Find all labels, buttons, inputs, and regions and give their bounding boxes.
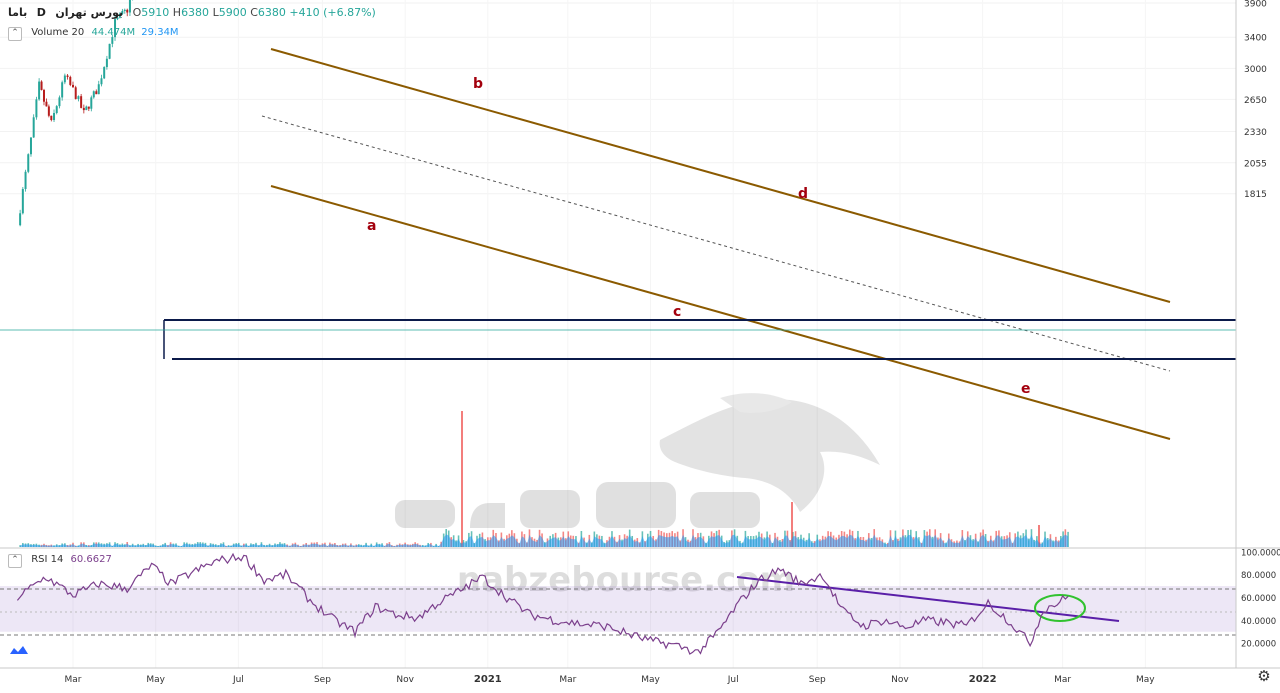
candle-body xyxy=(69,76,72,85)
price-tick-label: 2650 xyxy=(1244,96,1267,106)
candle-body xyxy=(40,81,43,90)
candle-body xyxy=(35,99,38,118)
candle-body xyxy=(63,75,66,83)
rsi-band xyxy=(0,586,1236,632)
rsi-label: RSI 14 xyxy=(31,554,64,565)
candle-body xyxy=(32,117,35,138)
time-tick-label: Mar xyxy=(559,675,576,685)
time-tick-label: May xyxy=(641,675,660,685)
candle-body xyxy=(100,78,103,85)
volume-label: Volume 20 xyxy=(31,27,85,38)
time-tick-label: Sep xyxy=(314,675,331,685)
candle-body xyxy=(105,58,108,68)
candle-body xyxy=(53,112,56,121)
candle-body xyxy=(50,115,53,121)
time-tick-label: 2021 xyxy=(474,674,502,685)
candle-body xyxy=(85,106,88,111)
candle-body xyxy=(42,89,45,102)
candle-body xyxy=(61,82,64,98)
price-tick-label: 2330 xyxy=(1244,128,1267,138)
candle-body xyxy=(38,81,41,100)
time-tick-label: Sep xyxy=(809,675,826,685)
time-tick-label: Nov xyxy=(396,675,414,685)
candle-body xyxy=(47,106,50,116)
symbol-name: باما xyxy=(8,6,28,19)
candle-body xyxy=(97,84,100,95)
time-tick-label: Mar xyxy=(1054,675,1071,685)
rsi-tick-label: 40.0000 xyxy=(1241,617,1276,627)
candle-body xyxy=(29,137,32,155)
time-tick-label: Mar xyxy=(65,675,82,685)
time-tick-label: Jul xyxy=(727,675,739,685)
candle-body xyxy=(74,87,77,99)
candle-body xyxy=(82,107,85,111)
time-tick-label: 2022 xyxy=(969,674,997,685)
collapse-chevron-icon[interactable]: ⌃ xyxy=(8,554,22,568)
collapse-chevron-icon[interactable]: ⌃ xyxy=(8,27,22,41)
price-tick-label: 3400 xyxy=(1244,34,1267,44)
price-tick-label: 3000 xyxy=(1244,65,1267,75)
time-tick-label: May xyxy=(1136,675,1155,685)
candle-body xyxy=(58,97,61,107)
symbol-legend: باما D بورس تهران O5910 H6380 L5900 C638… xyxy=(8,6,376,19)
rsi-tick-label: 20.0000 xyxy=(1241,640,1276,650)
interval: D xyxy=(36,6,46,19)
wave-label-a: a xyxy=(367,218,376,234)
candle-body xyxy=(72,84,74,88)
high-value: 6380 xyxy=(181,6,210,19)
wave-label-e: e xyxy=(1021,381,1031,397)
candle-body xyxy=(80,96,83,108)
gear-icon[interactable]: ⚙ xyxy=(1256,669,1272,685)
wave-label-b: b xyxy=(473,76,483,92)
rsi-value: 60.6627 xyxy=(70,554,112,565)
candle-body xyxy=(55,106,58,113)
candle-body xyxy=(90,97,93,109)
candle-body xyxy=(95,91,98,95)
candle-body xyxy=(87,106,90,109)
time-tick-label: Jul xyxy=(232,675,244,685)
rsi-legend[interactable]: ⌃ RSI 14 60.6627 xyxy=(8,554,112,568)
low-value: 5900 xyxy=(218,6,247,19)
candle-body xyxy=(27,154,30,172)
price-tick-label: 2055 xyxy=(1244,159,1267,169)
candle-body xyxy=(103,67,106,79)
candle-body xyxy=(21,188,24,214)
rsi-tick-label: 60.0000 xyxy=(1241,594,1276,604)
price-tick-label: 1815 xyxy=(1244,190,1267,200)
rsi-tick-label: 100.0000 xyxy=(1241,548,1280,558)
candle-body xyxy=(108,43,111,59)
close-value: 6380 xyxy=(257,6,286,19)
time-tick-label: Nov xyxy=(891,675,909,685)
time-tick-label: May xyxy=(146,675,165,685)
volume-value: 44.474M xyxy=(91,27,136,38)
tradingview-logo-icon[interactable] xyxy=(9,644,29,656)
wave-label-c: c xyxy=(673,304,681,320)
volume-ma-value: 29.34M xyxy=(141,27,179,38)
candle-body xyxy=(66,75,69,77)
exchange-name: بورس تهران xyxy=(55,6,124,19)
volume-bar xyxy=(461,411,463,547)
chart-canvas[interactable]: nabzebourse.com a b c d e 39003400300026… xyxy=(0,0,1280,688)
candle-body xyxy=(45,101,48,107)
rsi-tick-label: 80.0000 xyxy=(1241,571,1276,581)
price-tick-label: 3900 xyxy=(1244,0,1267,9)
candle-body xyxy=(77,96,80,99)
change-value: +410 (+6.87%) xyxy=(289,6,376,19)
open-value: 5910 xyxy=(141,6,170,19)
candle-body xyxy=(92,91,95,98)
wave-label-d: d xyxy=(798,186,808,202)
candle-body xyxy=(19,213,22,226)
candle-body xyxy=(24,171,27,189)
volume-legend[interactable]: ⌃ Volume 20 44.474M 29.34M xyxy=(8,27,179,41)
chart-stage: nabzebourse.com a b c d e 3900 3400 3000… xyxy=(0,0,1280,688)
